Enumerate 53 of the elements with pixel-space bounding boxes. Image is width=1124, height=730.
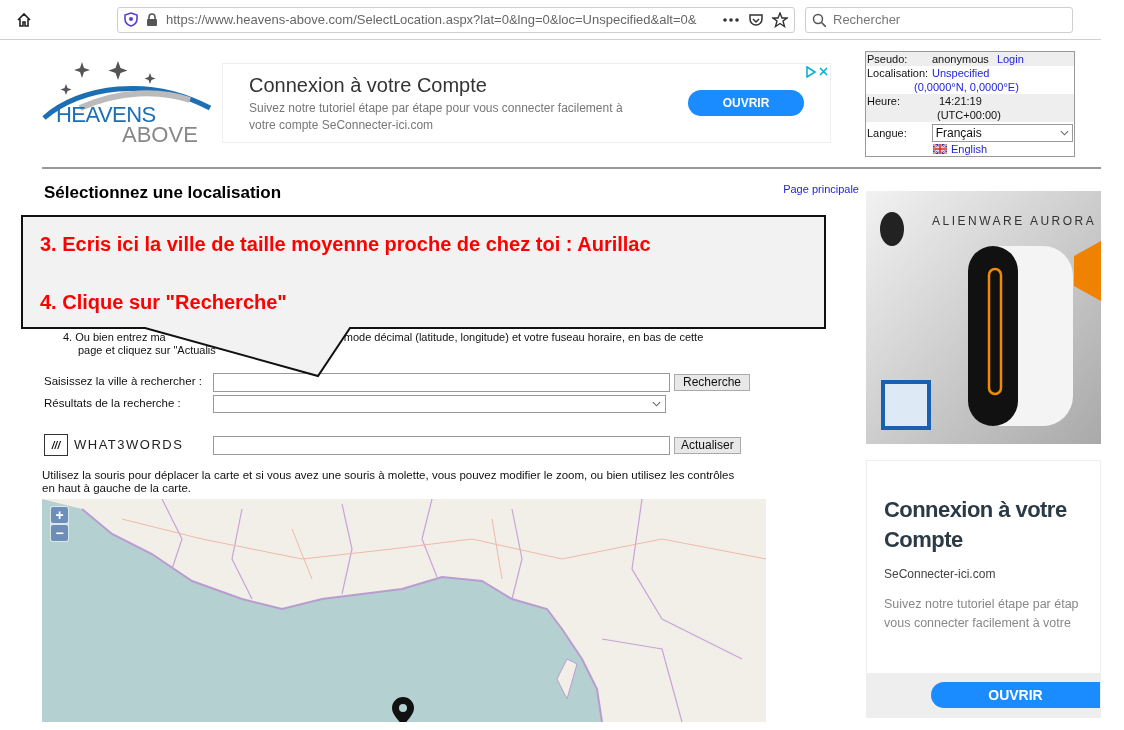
coordinates-link[interactable]: (0,0000°N, 0,0000°E): [914, 80, 1019, 94]
address-bar[interactable]: https://www.heavens-above.com/SelectLocation.aspx?lat=0&lng=0&loc=Unspecified&alt=0&: [117, 6, 795, 33]
callout-text: 4. Clique sur "Recherche": [40, 290, 287, 315]
url-text: https://www.heavens-above.com/SelectLocation.aspx?lat=0&lng=0&loc=Unspecified&alt=0&: [166, 10, 698, 29]
pocket-icon[interactable]: [748, 12, 764, 27]
login-link[interactable]: Login: [996, 52, 1024, 66]
home-link[interactable]: Page principale: [783, 181, 859, 198]
english-link[interactable]: English: [951, 142, 988, 156]
adchoices-icon[interactable]: [806, 66, 828, 78]
field-label: Heure:: [867, 94, 902, 108]
chevron-icon: [652, 401, 661, 407]
field-label: Pseudo:: [867, 52, 909, 66]
language-select[interactable]: Français: [931, 124, 1073, 142]
what3words-wordmark: WHAT3WORDS: [74, 436, 185, 455]
location-link[interactable]: Unspecified: [932, 66, 990, 80]
instruction-text: page et cliquez sur "Actualis: [78, 344, 216, 357]
field-label: Localisation:: [867, 66, 930, 80]
chevron-icon: [1060, 130, 1069, 136]
more-icon[interactable]: [722, 16, 740, 23]
ad-text: vous connecter facilement à votre: [884, 615, 1072, 632]
star-icon[interactable]: [772, 11, 788, 28]
map-marker-icon[interactable]: [392, 697, 414, 722]
search-field[interactable]: Rechercher: [805, 6, 1073, 33]
ad-source: SeConnecter-ici.com: [884, 566, 997, 583]
logo-text: ABOVE: [122, 124, 198, 146]
timezone-value: (UTC+00:00): [937, 108, 1001, 122]
field-value: anonymous: [932, 52, 989, 66]
instruction-text: 4. Ou bien entrez ma: [63, 331, 166, 344]
field-label: Saisissez la ville à rechercher :: [44, 374, 203, 390]
logo-text: HEAVENS: [56, 104, 156, 126]
ad-title: Connexion à votre Compte: [884, 496, 1068, 554]
page-title: Sélectionnez une localisation: [44, 183, 282, 203]
time-value: 14:21:19: [939, 94, 982, 108]
uk-flag-icon: [933, 144, 947, 154]
what3words-input[interactable]: [213, 435, 670, 455]
ad-text: Suivez notre tutoriel étape par étape pour vous connecter facilement à votre compte SeConnecter-ici.com: [249, 100, 624, 134]
field-label: Langue:: [867, 126, 908, 140]
lock-icon: [146, 12, 158, 27]
ad-text: Suivez notre tutoriel étape par étap: [884, 596, 1080, 613]
update-button[interactable]: Actualiser: [674, 436, 741, 454]
city-input[interactable]: [213, 372, 670, 392]
field-label: Résultats de la recherche :: [44, 396, 182, 412]
map-hint: Utilisez la souris pour déplacer la carte et si vous avez une souris à molette, vous pouvez modifier le zoom, ou bien utilisez les contrôles en haut à gauche de la carte.: [42, 469, 736, 495]
results-select[interactable]: [213, 395, 666, 413]
home-icon[interactable]: [16, 11, 32, 28]
ad-brand-text: ALIENWARE AURORA: [932, 213, 1097, 230]
search-icon: [812, 12, 826, 27]
callout-text: 3. Ecris ici la ville de taille moyenne proche de chez toi : Aurillac: [40, 232, 651, 257]
what3words-logo-mark: ///: [44, 434, 68, 456]
instruction-text: mode décimal (latitude, longitude) et votre fuseau horaire, en bas de cette: [343, 331, 704, 344]
shield-icon[interactable]: [124, 12, 138, 27]
search-button[interactable]: Recherche: [674, 373, 751, 391]
ad-title: Connexion à votre Compte: [249, 73, 488, 98]
